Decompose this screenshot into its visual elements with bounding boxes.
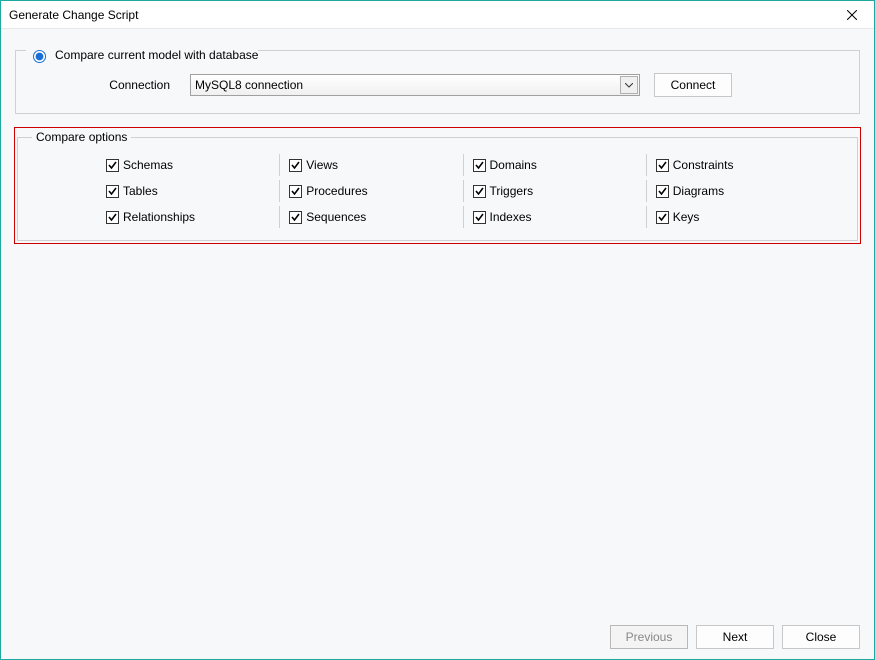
- compare-options-group: Compare options Schemas Views Domains Const…: [17, 130, 858, 241]
- compare-options-legend: Compare options: [32, 130, 131, 144]
- chevron-down-icon: [625, 83, 633, 88]
- compare-option-label: Schemas: [123, 158, 173, 172]
- compare-option-triggers[interactable]: Triggers: [473, 184, 656, 198]
- window-title: Generate Change Script: [9, 8, 830, 22]
- compare-option-sequences[interactable]: Sequences: [289, 210, 472, 224]
- checkbox-icon[interactable]: [656, 185, 669, 198]
- column-separator: [646, 180, 647, 202]
- compare-option-domains[interactable]: Domains: [473, 158, 656, 172]
- compare-option-keys[interactable]: Keys: [656, 210, 839, 224]
- dialog-content: Compare current model with database Conn…: [1, 29, 874, 659]
- compare-option-label: Triggers: [490, 184, 534, 198]
- window-close-button[interactable]: [830, 1, 874, 28]
- compare-option-label: Procedures: [306, 184, 367, 198]
- compare-option-label: Tables: [123, 184, 158, 198]
- compare-current-label: Compare current model with database: [55, 48, 258, 62]
- checkbox-icon[interactable]: [106, 185, 119, 198]
- connection-label: Connection: [30, 78, 190, 92]
- checkbox-icon[interactable]: [656, 159, 669, 172]
- checkbox-icon[interactable]: [656, 211, 669, 224]
- column-separator: [279, 180, 280, 202]
- compare-option-procedures[interactable]: Procedures: [289, 184, 472, 198]
- close-button[interactable]: Close: [782, 625, 860, 649]
- compare-option-constraints[interactable]: Constraints: [656, 158, 839, 172]
- compare-mode-group: Compare current model with database Conn…: [15, 43, 860, 114]
- checkbox-icon[interactable]: [289, 159, 302, 172]
- compare-option-label: Constraints: [673, 158, 734, 172]
- compare-option-diagrams[interactable]: Diagrams: [656, 184, 839, 198]
- compare-radio-row[interactable]: Compare current model with database: [26, 47, 258, 63]
- column-separator: [646, 154, 647, 176]
- column-separator: [279, 206, 280, 228]
- connection-value: MySQL8 connection: [195, 78, 303, 92]
- checkbox-icon[interactable]: [289, 185, 302, 198]
- checkbox-icon[interactable]: [473, 159, 486, 172]
- compare-option-relationships[interactable]: Relationships: [106, 210, 289, 224]
- column-separator: [463, 154, 464, 176]
- connect-button[interactable]: Connect: [654, 73, 732, 97]
- dialog-window: Generate Change Script Compare current m…: [0, 0, 875, 660]
- checkbox-icon[interactable]: [106, 159, 119, 172]
- compare-option-label: Relationships: [123, 210, 195, 224]
- checkbox-icon[interactable]: [473, 185, 486, 198]
- checkbox-icon[interactable]: [106, 211, 119, 224]
- compare-option-label: Domains: [490, 158, 537, 172]
- column-separator: [279, 154, 280, 176]
- next-button[interactable]: Next: [696, 625, 774, 649]
- compare-option-tables[interactable]: Tables: [106, 184, 289, 198]
- compare-option-label: Keys: [673, 210, 700, 224]
- compare-option-label: Views: [306, 158, 338, 172]
- close-icon: [847, 10, 857, 20]
- compare-option-label: Indexes: [490, 210, 532, 224]
- compare-option-indexes[interactable]: Indexes: [473, 210, 656, 224]
- compare-option-views[interactable]: Views: [289, 158, 472, 172]
- connection-select[interactable]: MySQL8 connection: [190, 74, 640, 96]
- compare-option-label: Diagrams: [673, 184, 724, 198]
- compare-option-label: Sequences: [306, 210, 366, 224]
- column-separator: [463, 206, 464, 228]
- connection-dropdown-button[interactable]: [620, 76, 638, 94]
- checkbox-icon[interactable]: [473, 211, 486, 224]
- compare-current-radio[interactable]: [33, 50, 46, 63]
- connection-row: Connection MySQL8 connection Connect: [30, 73, 845, 97]
- checkbox-icon[interactable]: [289, 211, 302, 224]
- compare-options-grid: Schemas Views Domains Constraints Tables Proc…: [32, 154, 843, 224]
- dialog-footer: Previous Next Close: [610, 625, 860, 649]
- column-separator: [646, 206, 647, 228]
- compare-option-schemas[interactable]: Schemas: [106, 158, 289, 172]
- titlebar: Generate Change Script: [1, 1, 874, 29]
- previous-button[interactable]: Previous: [610, 625, 688, 649]
- compare-options-highlight: Compare options Schemas Views Domains Const…: [15, 128, 860, 243]
- column-separator: [463, 180, 464, 202]
